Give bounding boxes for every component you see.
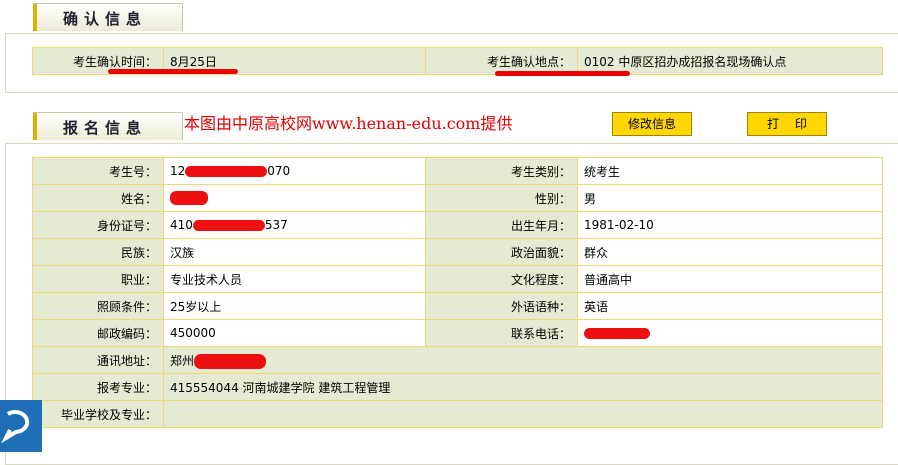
phone-value: [577, 319, 883, 347]
confirm-section-tab: 确认信息: [33, 3, 183, 31]
chat-bubble-icon: [1, 410, 30, 444]
major-label: 报考专业：: [32, 373, 164, 401]
major-value: 415554044 河南城建学院 建筑工程管理: [163, 373, 883, 401]
ethnicity-value: 汉族: [163, 238, 426, 266]
postal-code-value: 450000: [163, 319, 426, 347]
table-row: 职业： 专业技术人员 文化程度： 普通高中: [32, 265, 883, 293]
tab-accent-bar: [33, 4, 37, 31]
name-label: 姓名：: [32, 184, 164, 212]
chat-icon[interactable]: [0, 400, 42, 452]
name-value: [163, 184, 426, 212]
address-value: 郑州: [163, 346, 883, 374]
print-button[interactable]: 打 印: [747, 112, 827, 136]
political-status-value: 群众: [577, 238, 883, 266]
candidate-type-label: 考生类别：: [425, 157, 578, 185]
gender-value: 男: [577, 184, 883, 212]
red-underline-mark: [108, 69, 238, 74]
confirm-section-title: 确认信息: [63, 10, 148, 28]
exam-number-value: 12 070: [163, 157, 426, 185]
table-row: 报考专业： 415554044 河南城建学院 建筑工程管理: [32, 373, 883, 401]
gender-label: 性别：: [425, 184, 578, 212]
tab-accent-bar: [33, 113, 37, 140]
redaction-mark: [194, 353, 267, 369]
foreign-language-label: 外语语种：: [425, 292, 578, 320]
red-underline-mark: [495, 71, 630, 76]
register-section-tab: 报名信息: [33, 112, 183, 140]
school-value: [163, 400, 883, 428]
edit-info-button[interactable]: 修改信息: [612, 112, 692, 136]
ethnicity-label: 民族：: [32, 238, 164, 266]
education-level-label: 文化程度：: [425, 265, 578, 293]
political-status-label: 政治面貌：: [425, 238, 578, 266]
table-row: 考生号： 12 070 考生类别： 统考生: [32, 157, 883, 185]
candidate-type-value: 统考生: [577, 157, 883, 185]
table-row: 邮政编码： 450000 联系电话：: [32, 319, 883, 347]
redaction-mark: [185, 166, 268, 177]
redaction-mark: [584, 328, 650, 339]
phone-label: 联系电话：: [425, 319, 578, 347]
table-row: 身份证号： 410 537 出生年月： 1981-02-10: [32, 211, 883, 239]
table-row: 毕业学校及专业：: [32, 400, 883, 428]
register-section-title: 报名信息: [63, 119, 148, 137]
care-condition-value: 25岁以上: [163, 292, 426, 320]
table-row: 照顾条件： 25岁以上 外语语种： 英语: [32, 292, 883, 320]
exam-number-label: 考生号：: [32, 157, 164, 185]
school-label: 毕业学校及专业：: [32, 400, 164, 428]
care-condition-label: 照顾条件：: [32, 292, 164, 320]
foreign-language-value: 英语: [577, 292, 883, 320]
table-row: 通讯地址： 郑州: [32, 346, 883, 374]
birth-date-value: 1981-02-10: [577, 211, 883, 239]
occupation-label: 职业：: [32, 265, 164, 293]
table-row: 民族： 汉族 政治面貌： 群众: [32, 238, 883, 266]
birth-date-label: 出生年月：: [425, 211, 578, 239]
redaction-mark: [170, 191, 208, 206]
occupation-value: 专业技术人员: [163, 265, 426, 293]
postal-code-label: 邮政编码：: [32, 319, 164, 347]
watermark-text: 本图由中原高校网www.henan-edu.com提供: [184, 114, 513, 133]
register-table: 考生号： 12 070 考生类别： 统考生 姓名： 性别： 男 身份证号： 410…: [32, 157, 883, 428]
table-row: 姓名： 性别： 男: [32, 184, 883, 212]
id-number-value: 410 537: [163, 211, 426, 239]
id-number-label: 身份证号：: [32, 211, 164, 239]
education-level-value: 普通高中: [577, 265, 883, 293]
redaction-mark: [192, 220, 265, 231]
address-label: 通讯地址：: [32, 346, 164, 374]
